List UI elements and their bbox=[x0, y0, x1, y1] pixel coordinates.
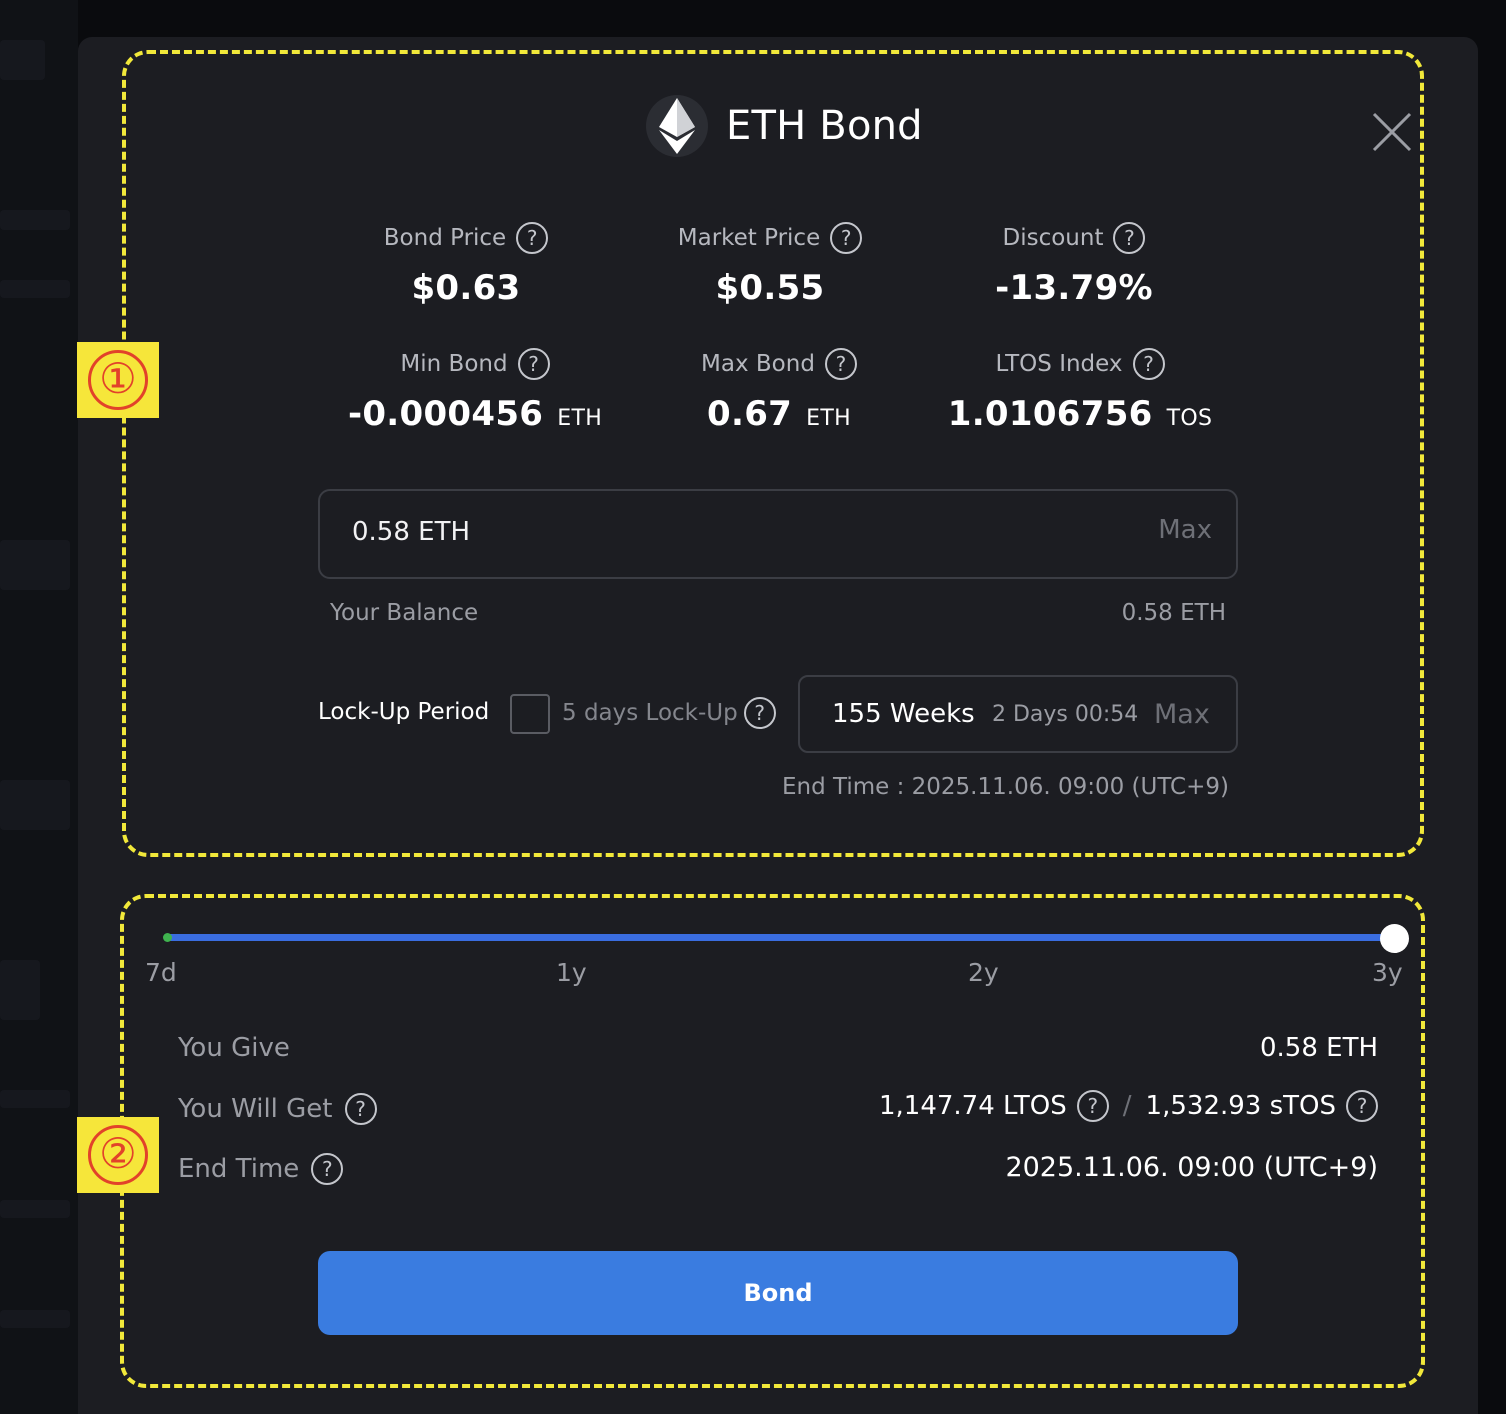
stat-min-bond: Min Bond? -0.000456 ETH bbox=[330, 348, 620, 434]
get-ltos-amount: 1,147.74 LTOS bbox=[878, 1091, 1067, 1121]
modal-title: ETH Bond bbox=[726, 103, 923, 149]
help-icon[interactable]: ? bbox=[1113, 222, 1146, 254]
lockup-days-time: 2 Days 00:54 bbox=[992, 702, 1139, 727]
stat-ltos-index: LTOS Index? 1.0106756 TOS bbox=[945, 348, 1215, 434]
lockup-slider-thumb[interactable] bbox=[1379, 924, 1409, 953]
you-will-get-text: You Will Get bbox=[178, 1094, 333, 1124]
help-icon[interactable]: ? bbox=[830, 222, 863, 254]
slider-tick: 3y bbox=[1372, 958, 1403, 987]
stat-value: -0.000456 bbox=[347, 394, 544, 434]
close-icon[interactable] bbox=[1370, 110, 1414, 154]
end-time-text: End Time bbox=[178, 1154, 300, 1184]
slider-start-dot bbox=[163, 933, 172, 942]
annotation-marker-2: ② bbox=[77, 1117, 159, 1193]
amount-value[interactable]: 0.58 ETH bbox=[352, 517, 470, 547]
lockup-period-input[interactable]: 155 Weeks 2 Days 00:54 Max bbox=[798, 675, 1238, 753]
stat-label: Discount bbox=[1002, 225, 1104, 251]
modal-header: ETH Bond bbox=[646, 95, 923, 157]
get-stos-amount: 1,532.93 sTOS bbox=[1145, 1091, 1336, 1121]
stat-label: Bond Price bbox=[383, 225, 507, 251]
stat-label: Market Price bbox=[677, 225, 821, 251]
stat-market-price: Market Price? $0.55 bbox=[654, 222, 886, 308]
stat-unit: TOS bbox=[1166, 406, 1213, 431]
lockup-days: 5 days Lock-Up ? bbox=[562, 697, 776, 729]
stat-value: $0.55 bbox=[715, 268, 825, 308]
stat-value: 1.0106756 bbox=[947, 394, 1153, 434]
stat-label: Max Bond bbox=[701, 351, 815, 377]
help-icon[interactable]: ? bbox=[311, 1153, 344, 1185]
stat-value: -13.79% bbox=[995, 268, 1153, 308]
help-icon[interactable]: ? bbox=[1346, 1090, 1378, 1122]
you-give-value: 0.58 ETH bbox=[1260, 1033, 1378, 1063]
help-icon[interactable]: ? bbox=[516, 222, 549, 254]
annotation-marker-1: ① bbox=[77, 342, 159, 418]
lockup-checkbox[interactable] bbox=[510, 694, 550, 734]
you-give-text: You Give bbox=[178, 1033, 290, 1063]
end-time-label: End Time ? bbox=[178, 1153, 344, 1185]
stat-bond-price: Bond Price? $0.63 bbox=[350, 222, 582, 308]
help-icon[interactable]: ? bbox=[344, 1093, 377, 1125]
lockup-label: Lock-Up Period bbox=[318, 699, 490, 725]
lockup-slider-track[interactable] bbox=[166, 934, 1394, 941]
lockup-max-button[interactable]: Max bbox=[1154, 699, 1210, 730]
balance-label: Your Balance bbox=[330, 600, 479, 626]
slider-tick: 2y bbox=[968, 958, 999, 987]
bond-button[interactable]: Bond bbox=[318, 1251, 1238, 1335]
help-icon[interactable]: ? bbox=[743, 697, 776, 729]
amount-max-button[interactable]: Max bbox=[1158, 515, 1212, 545]
stat-unit: ETH bbox=[557, 406, 603, 431]
slider-tick: 1y bbox=[556, 958, 587, 987]
end-time-value: 2025.11.06. 09:00 (UTC+9) bbox=[1005, 1152, 1378, 1183]
help-icon[interactable]: ? bbox=[1076, 1090, 1109, 1122]
amount-input[interactable]: 0.58 ETH Max bbox=[318, 489, 1238, 579]
stat-max-bond: Max Bond? 0.67 ETH bbox=[654, 348, 904, 434]
you-give-label: You Give bbox=[178, 1033, 290, 1063]
ethereum-icon bbox=[646, 95, 708, 157]
lockup-end-time: End Time : 2025.11.06. 09:00 (UTC+9) bbox=[781, 774, 1229, 800]
you-will-get-label: You Will Get ? bbox=[178, 1093, 377, 1125]
lockup-weeks[interactable]: 155 Weeks bbox=[832, 699, 975, 729]
balance-value: 0.58 ETH bbox=[1121, 600, 1226, 626]
stat-label: LTOS Index bbox=[995, 351, 1123, 377]
stat-value: $0.63 bbox=[411, 268, 521, 308]
stat-value: 0.67 bbox=[707, 394, 793, 434]
stat-label: Min Bond bbox=[400, 351, 508, 377]
you-give-amount: 0.58 ETH bbox=[1259, 1033, 1378, 1063]
help-icon[interactable]: ? bbox=[517, 348, 550, 380]
lockup-days-label: 5 days Lock-Up bbox=[562, 700, 738, 726]
you-will-get-value: 1,147.74 LTOS ? / 1,532.93 sTOS ? bbox=[879, 1090, 1378, 1122]
stat-unit: ETH bbox=[806, 406, 851, 431]
end-time-amount: 2025.11.06. 09:00 (UTC+9) bbox=[1005, 1152, 1378, 1183]
help-icon[interactable]: ? bbox=[824, 348, 857, 380]
slider-tick: 7d bbox=[145, 958, 177, 987]
stat-discount: Discount? -13.79% bbox=[958, 222, 1190, 308]
background-page bbox=[0, 0, 78, 1414]
help-icon[interactable]: ? bbox=[1132, 348, 1165, 380]
value-separator: / bbox=[1122, 1091, 1132, 1121]
